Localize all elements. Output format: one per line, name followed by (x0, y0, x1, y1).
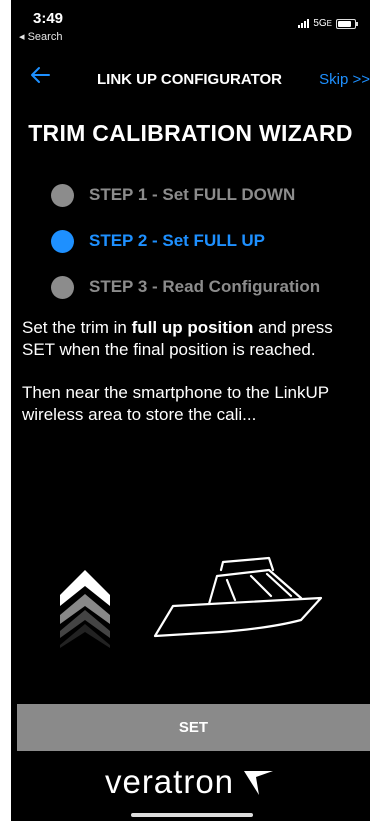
back-arrow-icon[interactable] (29, 64, 51, 90)
veratron-logo: veratron (11, 762, 370, 802)
step-label: STEP 3 - Read Configuration (89, 277, 321, 296)
instruction-1: Set the trim in full up position and pre… (22, 317, 362, 361)
battery-icon (336, 18, 358, 29)
nav-bar: LINK UP CONFIGURATOR Skip >> (11, 60, 370, 100)
trim-up-arrows-icon (60, 570, 110, 648)
step-item-1: STEP 1 - Set FULL DOWN (51, 172, 320, 218)
status-bar: 3:49 ◂ Search 5G E (11, 0, 370, 58)
step-indicator-icon (51, 229, 74, 253)
step-label: STEP 2 - Set FULL UP (89, 231, 266, 250)
status-indicators: 5G E (298, 18, 358, 29)
instructions: Set the trim in full up position and pre… (22, 317, 362, 447)
network-suffix: E (326, 19, 332, 28)
instruction-2: Then near the smartphone to the LinkUP w… (22, 383, 329, 424)
home-indicator[interactable] (131, 813, 253, 817)
boat-icon (153, 556, 323, 638)
nav-title: LINK UP CONFIGURATOR (97, 71, 283, 88)
veratron-logo-icon (244, 771, 274, 795)
skip-button[interactable]: Skip >> (319, 71, 370, 88)
back-to-search-link[interactable]: ◂ Search (19, 30, 62, 43)
step-item-2: STEP 2 - Set FULL UP (51, 218, 320, 264)
network-label: 5G (313, 18, 327, 29)
wizard-title: TRIM CALIBRATION WIZARD (28, 120, 353, 146)
brand-name: veratron (104, 763, 235, 800)
set-button[interactable]: SET (17, 704, 370, 751)
step-list: STEP 1 - Set FULL DOWN STEP 2 - Set FULL… (51, 172, 320, 310)
step-indicator-icon (51, 275, 74, 299)
instruction-text: Set the trim in (22, 318, 132, 337)
instruction-emphasis: full up position (131, 318, 254, 337)
step-indicator-icon (51, 183, 74, 207)
status-time: 3:49 (33, 10, 64, 27)
signal-icon (298, 19, 310, 28)
app-screen: 3:49 ◂ Search 5G E LINK UP CONFIGURATOR S… (11, 0, 370, 821)
step-label: STEP 1 - Set FULL DOWN (89, 185, 296, 204)
step-item-3: STEP 3 - Read Configuration (51, 264, 320, 310)
